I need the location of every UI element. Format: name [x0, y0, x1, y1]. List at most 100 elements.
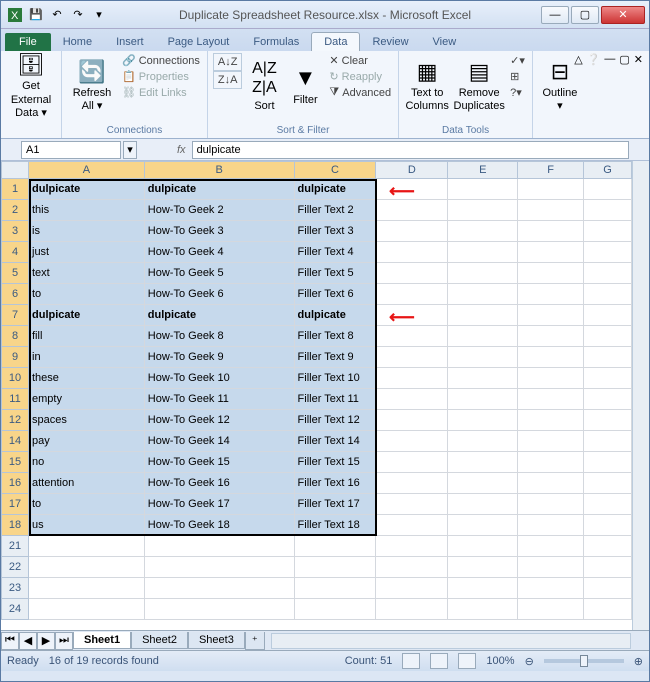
cell-A22[interactable] [29, 557, 145, 578]
cell-A14[interactable]: pay [29, 431, 145, 452]
cell-F24[interactable] [518, 599, 584, 620]
zoom-slider[interactable] [544, 659, 624, 663]
cell-C3[interactable]: Filler Text 3 [295, 221, 377, 242]
formula-bar[interactable]: dulpicate [192, 141, 629, 159]
cell-E10[interactable] [448, 368, 518, 389]
cell-F18[interactable] [518, 515, 584, 536]
cell-F7[interactable] [518, 305, 584, 326]
cell-G22[interactable] [584, 557, 632, 578]
tab-page-layout[interactable]: Page Layout [156, 33, 242, 51]
tab-insert[interactable]: Insert [104, 33, 156, 51]
what-if-button[interactable]: ?▾ [508, 85, 527, 100]
row-header-2[interactable]: 2 [1, 200, 29, 221]
cell-G4[interactable] [584, 242, 632, 263]
cell-G14[interactable] [584, 431, 632, 452]
col-header-G[interactable]: G [584, 161, 632, 179]
cell-B14[interactable]: How-To Geek 14 [145, 431, 295, 452]
cell-F2[interactable] [518, 200, 584, 221]
cell-C22[interactable] [295, 557, 377, 578]
cell-B23[interactable] [145, 578, 295, 599]
cell-F8[interactable] [518, 326, 584, 347]
cell-D2[interactable] [376, 200, 448, 221]
row-header-4[interactable]: 4 [1, 242, 29, 263]
cell-D4[interactable] [376, 242, 448, 263]
sheet-nav-last[interactable]: ⏭ [55, 632, 73, 650]
cell-C12[interactable]: Filler Text 12 [295, 410, 377, 431]
cell-A5[interactable]: text [29, 263, 145, 284]
name-box-dropdown[interactable]: ▾ [123, 141, 137, 159]
cell-G9[interactable] [584, 347, 632, 368]
sort-desc-button[interactable]: Z↓A [213, 71, 243, 89]
cell-F3[interactable] [518, 221, 584, 242]
data-validation-button[interactable]: ✓▾ [508, 53, 527, 68]
cell-E8[interactable] [448, 326, 518, 347]
mdi-minimize-icon[interactable]: — [604, 53, 615, 66]
tab-view[interactable]: View [421, 33, 469, 51]
cell-A2[interactable]: this [29, 200, 145, 221]
cell-C2[interactable]: Filler Text 2 [295, 200, 377, 221]
cell-A12[interactable]: spaces [29, 410, 145, 431]
cell-F22[interactable] [518, 557, 584, 578]
cell-D6[interactable] [376, 284, 448, 305]
cell-C6[interactable]: Filler Text 6 [295, 284, 377, 305]
cell-C7[interactable]: dulpicate [295, 305, 377, 326]
normal-view-button[interactable] [402, 653, 420, 669]
cell-B15[interactable]: How-To Geek 15 [145, 452, 295, 473]
cell-C9[interactable]: Filler Text 9 [295, 347, 377, 368]
cell-B4[interactable]: How-To Geek 4 [145, 242, 295, 263]
row-header-9[interactable]: 9 [1, 347, 29, 368]
tab-home[interactable]: Home [51, 33, 104, 51]
cell-B21[interactable] [145, 536, 295, 557]
cell-D15[interactable] [376, 452, 448, 473]
cell-E14[interactable] [448, 431, 518, 452]
zoom-out-button[interactable]: ⊖ [525, 655, 534, 668]
cell-F5[interactable] [518, 263, 584, 284]
row-header-11[interactable]: 11 [1, 389, 29, 410]
cell-G17[interactable] [584, 494, 632, 515]
horizontal-scrollbar[interactable] [271, 633, 631, 649]
cell-E12[interactable] [448, 410, 518, 431]
clear-filter-button[interactable]: ✕Clear [327, 53, 393, 68]
row-header-18[interactable]: 18 [1, 515, 29, 536]
cell-B12[interactable]: How-To Geek 12 [145, 410, 295, 431]
select-all-corner[interactable] [1, 161, 29, 179]
cell-G16[interactable] [584, 473, 632, 494]
cell-F17[interactable] [518, 494, 584, 515]
cell-G8[interactable] [584, 326, 632, 347]
cell-F23[interactable] [518, 578, 584, 599]
cell-A23[interactable] [29, 578, 145, 599]
cell-E21[interactable] [448, 536, 518, 557]
cell-G7[interactable] [584, 305, 632, 326]
sheet-tab-sheet2[interactable]: Sheet2 [131, 632, 188, 649]
cell-G1[interactable] [584, 179, 632, 200]
cell-G12[interactable] [584, 410, 632, 431]
cell-E22[interactable] [448, 557, 518, 578]
excel-icon[interactable]: X [5, 5, 25, 25]
cell-A1[interactable]: dulpicate [29, 179, 145, 200]
cell-B6[interactable]: How-To Geek 6 [145, 284, 295, 305]
sheet-nav-next[interactable]: ▶ [37, 632, 55, 650]
sheet-tab-sheet1[interactable]: Sheet1 [73, 632, 131, 649]
advanced-filter-button[interactable]: ⧩Advanced [327, 85, 393, 100]
cell-D8[interactable] [376, 326, 448, 347]
cell-C23[interactable] [295, 578, 377, 599]
cell-D16[interactable] [376, 473, 448, 494]
cell-G11[interactable] [584, 389, 632, 410]
cell-E6[interactable] [448, 284, 518, 305]
col-header-D[interactable]: D [376, 161, 448, 179]
minimize-ribbon-icon[interactable]: △ [574, 53, 582, 66]
cell-B7[interactable]: dulpicate [145, 305, 295, 326]
cell-G6[interactable] [584, 284, 632, 305]
cell-C11[interactable]: Filler Text 11 [295, 389, 377, 410]
row-header-1[interactable]: 1 [1, 179, 29, 200]
cell-C14[interactable]: Filler Text 14 [295, 431, 377, 452]
cell-D24[interactable] [376, 599, 448, 620]
filter-button[interactable]: ▼Filter [286, 53, 324, 119]
qat-dropdown-icon[interactable]: ▾ [89, 5, 109, 25]
zoom-in-button[interactable]: ⊕ [634, 655, 643, 668]
remove-duplicates-button[interactable]: ▤Remove Duplicates [453, 53, 505, 119]
text-to-columns-button[interactable]: ▦Text to Columns [404, 53, 450, 119]
cell-B11[interactable]: How-To Geek 11 [145, 389, 295, 410]
cell-C16[interactable]: Filler Text 16 [295, 473, 377, 494]
cell-B16[interactable]: How-To Geek 16 [145, 473, 295, 494]
